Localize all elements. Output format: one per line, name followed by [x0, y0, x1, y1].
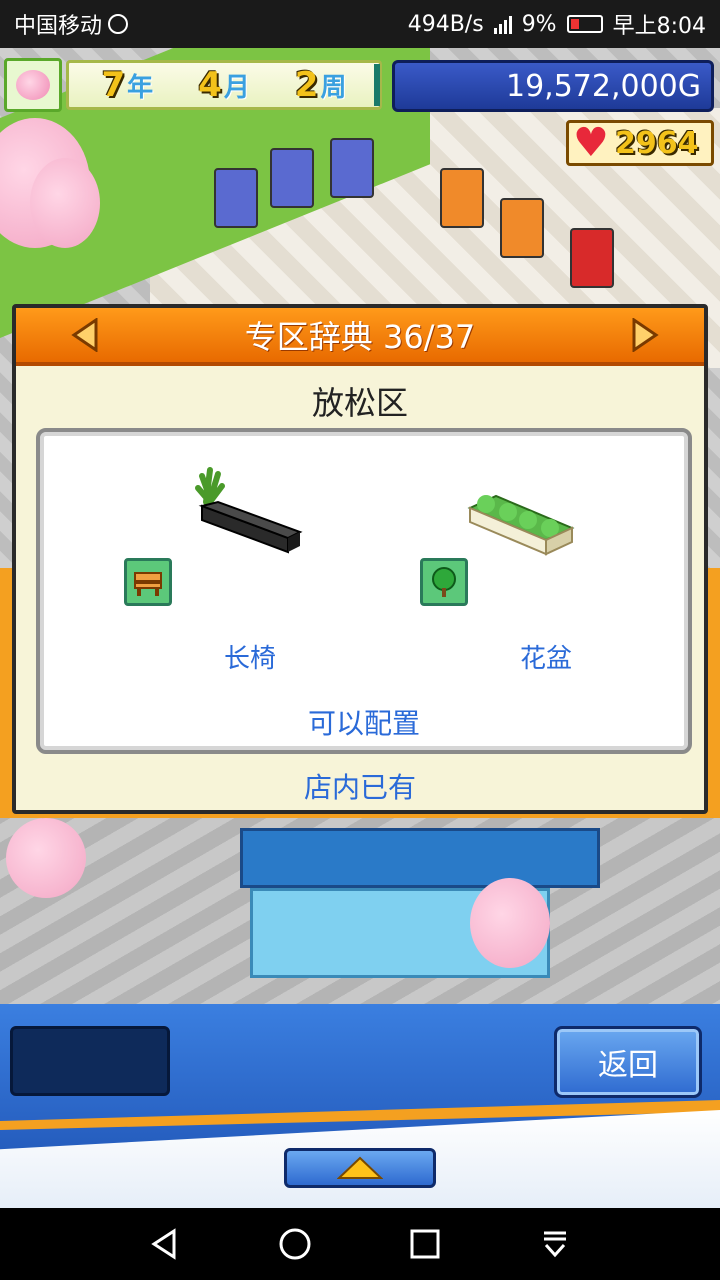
arrow-left-icon — [71, 317, 98, 353]
bench-sprite — [195, 467, 303, 554]
arcade-machine — [500, 198, 544, 258]
week-unit: 周 — [320, 73, 347, 103]
hearts-display: 2964 — [566, 120, 714, 166]
dialog-title: 专区辞典 36/37 — [244, 318, 476, 356]
shop-roof — [240, 828, 600, 888]
planter-label: 花盆 — [519, 644, 572, 674]
status-bar: 中国移动 494B/s 9% 早上8:04 — [0, 0, 720, 48]
battery-percent: 9% — [521, 11, 557, 37]
heart-icon — [573, 120, 609, 166]
square-recents-icon — [410, 1229, 440, 1259]
in-store-text: 店内已有 — [303, 771, 416, 804]
nav-recents-button[interactable] — [405, 1224, 445, 1264]
chevron-up-icon — [337, 1156, 383, 1179]
bench-label: 长椅 — [223, 644, 276, 674]
next-arrow-button[interactable] — [630, 317, 660, 353]
signal-icon — [493, 14, 512, 34]
arrow-right-icon — [632, 317, 659, 353]
circle-home-icon — [279, 1228, 311, 1260]
cherry-tree — [6, 818, 86, 898]
arcade-machine — [214, 168, 258, 228]
prev-arrow-button[interactable] — [70, 317, 100, 353]
month-unit: 月 — [223, 73, 250, 103]
alarm-icon — [108, 14, 129, 34]
zone-items-panel: 长椅 花盆 可以配置 — [36, 428, 692, 754]
arcade-machine — [270, 148, 314, 208]
cherry-tree — [30, 158, 100, 248]
system-nav-bar — [0, 1208, 720, 1280]
can-place-text: 可以配置 — [307, 707, 420, 740]
planter-sprite — [467, 494, 575, 556]
tree-icon — [432, 567, 456, 597]
triangle-back-icon — [151, 1228, 176, 1260]
info-box — [10, 1026, 170, 1096]
dialog-header: 专区辞典 36/37 — [16, 308, 704, 366]
clock: 早上8:04 — [612, 14, 706, 39]
zone-dictionary-dialog: 专区辞典 36/37 放松区 长椅 花盆 可以配置 店内已有 — [12, 304, 708, 814]
bench-badge — [124, 558, 172, 606]
hearts-value: 2964 — [615, 125, 699, 161]
year-value: 7 — [101, 65, 126, 105]
nav-home-button[interactable] — [275, 1224, 315, 1264]
top-hud: 7年 4月 2周 19,572,000G — [0, 56, 720, 116]
month-value: 4 — [198, 65, 222, 105]
pull-down-icon — [544, 1231, 566, 1258]
date-display: 7年 4月 2周 — [66, 60, 382, 110]
cherry-blossom-icon — [16, 70, 50, 100]
net-speed: 494B/s — [407, 11, 484, 37]
back-button[interactable]: 返回 — [554, 1026, 702, 1098]
year-unit: 年 — [127, 73, 154, 103]
arcade-machine — [330, 138, 374, 198]
item-planter[interactable]: 花盆 — [396, 432, 696, 692]
arcade-machine — [440, 168, 484, 228]
arcade-machine — [570, 228, 614, 288]
nav-notifications-button[interactable] — [535, 1224, 575, 1264]
week-value: 2 — [294, 65, 319, 105]
zone-name: 放松区 — [311, 384, 408, 422]
store-avatar-button[interactable] — [4, 58, 62, 112]
carrier-label: 中国移动 — [14, 14, 103, 39]
cherry-tree — [470, 878, 550, 968]
planter-badge — [420, 558, 468, 606]
battery-icon — [566, 15, 603, 33]
hud-divider — [374, 64, 380, 106]
money-display: 19,572,000G — [392, 60, 714, 112]
bench-icon — [134, 572, 162, 596]
nav-back-button[interactable] — [145, 1224, 185, 1264]
expand-menu-button[interactable] — [284, 1148, 436, 1188]
item-bench[interactable]: 长椅 — [100, 432, 400, 692]
